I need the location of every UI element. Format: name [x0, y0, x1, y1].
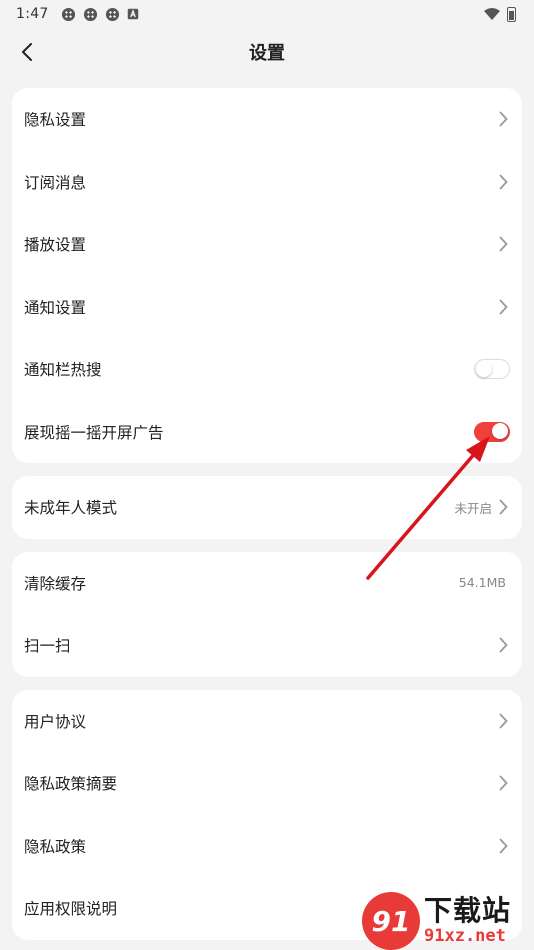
page-header: 设置 — [0, 28, 534, 76]
back-button[interactable] — [14, 39, 40, 65]
shake-splash-ad-item: 展现摇一摇开屏广告 — [12, 401, 522, 464]
wifi-icon — [484, 8, 500, 20]
status-bar: 1:47 — [0, 0, 534, 28]
settings-group-minor: 未成年人模式 未开启 — [12, 476, 522, 539]
item-label: 隐私政策 — [24, 837, 87, 856]
item-label: 扫一扫 — [24, 637, 71, 656]
notification-icons — [61, 7, 139, 22]
privacy-policy-item[interactable]: 隐私政策 — [12, 815, 522, 878]
a-notification-icon — [127, 8, 138, 20]
chevron-right-icon — [496, 498, 510, 516]
item-label: 隐私设置 — [24, 111, 87, 130]
item-label: 通知设置 — [24, 298, 87, 317]
app-notification-icon — [61, 7, 75, 21]
toggle-knob — [492, 423, 508, 440]
toggle-knob — [476, 360, 492, 377]
user-agreement-item[interactable]: 用户协议 — [12, 690, 522, 753]
chevron-right-icon — [496, 235, 510, 253]
chevron-right-icon — [496, 837, 510, 855]
clear-cache-item[interactable]: 清除缓存 54.1MB — [12, 552, 522, 615]
privacy-settings-item[interactable]: 隐私设置 — [12, 88, 522, 151]
chevron-right-icon — [496, 110, 510, 128]
settings-group-legal: 用户协议 隐私政策摘要 隐私政策 应用权限说明 — [12, 689, 522, 940]
status-time: 1:47 — [16, 6, 49, 22]
shake-ad-toggle[interactable] — [474, 421, 510, 442]
app-notification-icon — [83, 7, 97, 21]
item-label: 清除缓存 — [24, 574, 87, 593]
playback-settings-item[interactable]: 播放设置 — [12, 213, 522, 276]
item-label: 隐私政策摘要 — [24, 775, 118, 794]
notification-settings-item[interactable]: 通知设置 — [12, 276, 522, 339]
scan-item[interactable]: 扫一扫 — [12, 614, 522, 677]
notification-bar-hot-search-item: 通知栏热搜 — [12, 338, 522, 401]
subscription-messages-item[interactable]: 订阅消息 — [12, 151, 522, 214]
page-title: 设置 — [249, 43, 285, 64]
back-arrow-icon — [22, 43, 32, 61]
settings-group-tools: 清除缓存 54.1MB 扫一扫 — [12, 551, 522, 677]
item-label: 通知栏热搜 — [24, 361, 102, 380]
chevron-right-icon — [496, 173, 510, 191]
item-label: 未成年人模式 — [24, 499, 118, 518]
hot-search-toggle[interactable] — [474, 359, 510, 380]
item-label: 订阅消息 — [24, 173, 87, 192]
chevron-right-icon — [496, 774, 510, 792]
settings-group-general: 隐私设置 订阅消息 播放设置 通知设置 通知栏热搜 展现摇一摇开屏广告 — [12, 88, 522, 463]
cache-size: 54.1MB — [458, 575, 506, 591]
minor-mode-status: 未开启 — [454, 500, 492, 516]
minor-mode-item[interactable]: 未成年人模式 未开启 — [12, 476, 522, 539]
app-permissions-item[interactable]: 应用权限说明 — [12, 877, 522, 940]
item-label: 应用权限说明 — [24, 900, 118, 919]
chevron-right-icon — [496, 636, 510, 654]
chevron-right-icon — [496, 298, 510, 316]
app-notification-icon — [105, 7, 119, 21]
chevron-right-icon — [496, 712, 510, 730]
battery-icon — [507, 6, 516, 22]
privacy-policy-summary-item[interactable]: 隐私政策摘要 — [12, 752, 522, 815]
item-label: 用户协议 — [24, 712, 87, 731]
item-label: 展现摇一摇开屏广告 — [24, 423, 164, 442]
item-label: 播放设置 — [24, 236, 87, 255]
